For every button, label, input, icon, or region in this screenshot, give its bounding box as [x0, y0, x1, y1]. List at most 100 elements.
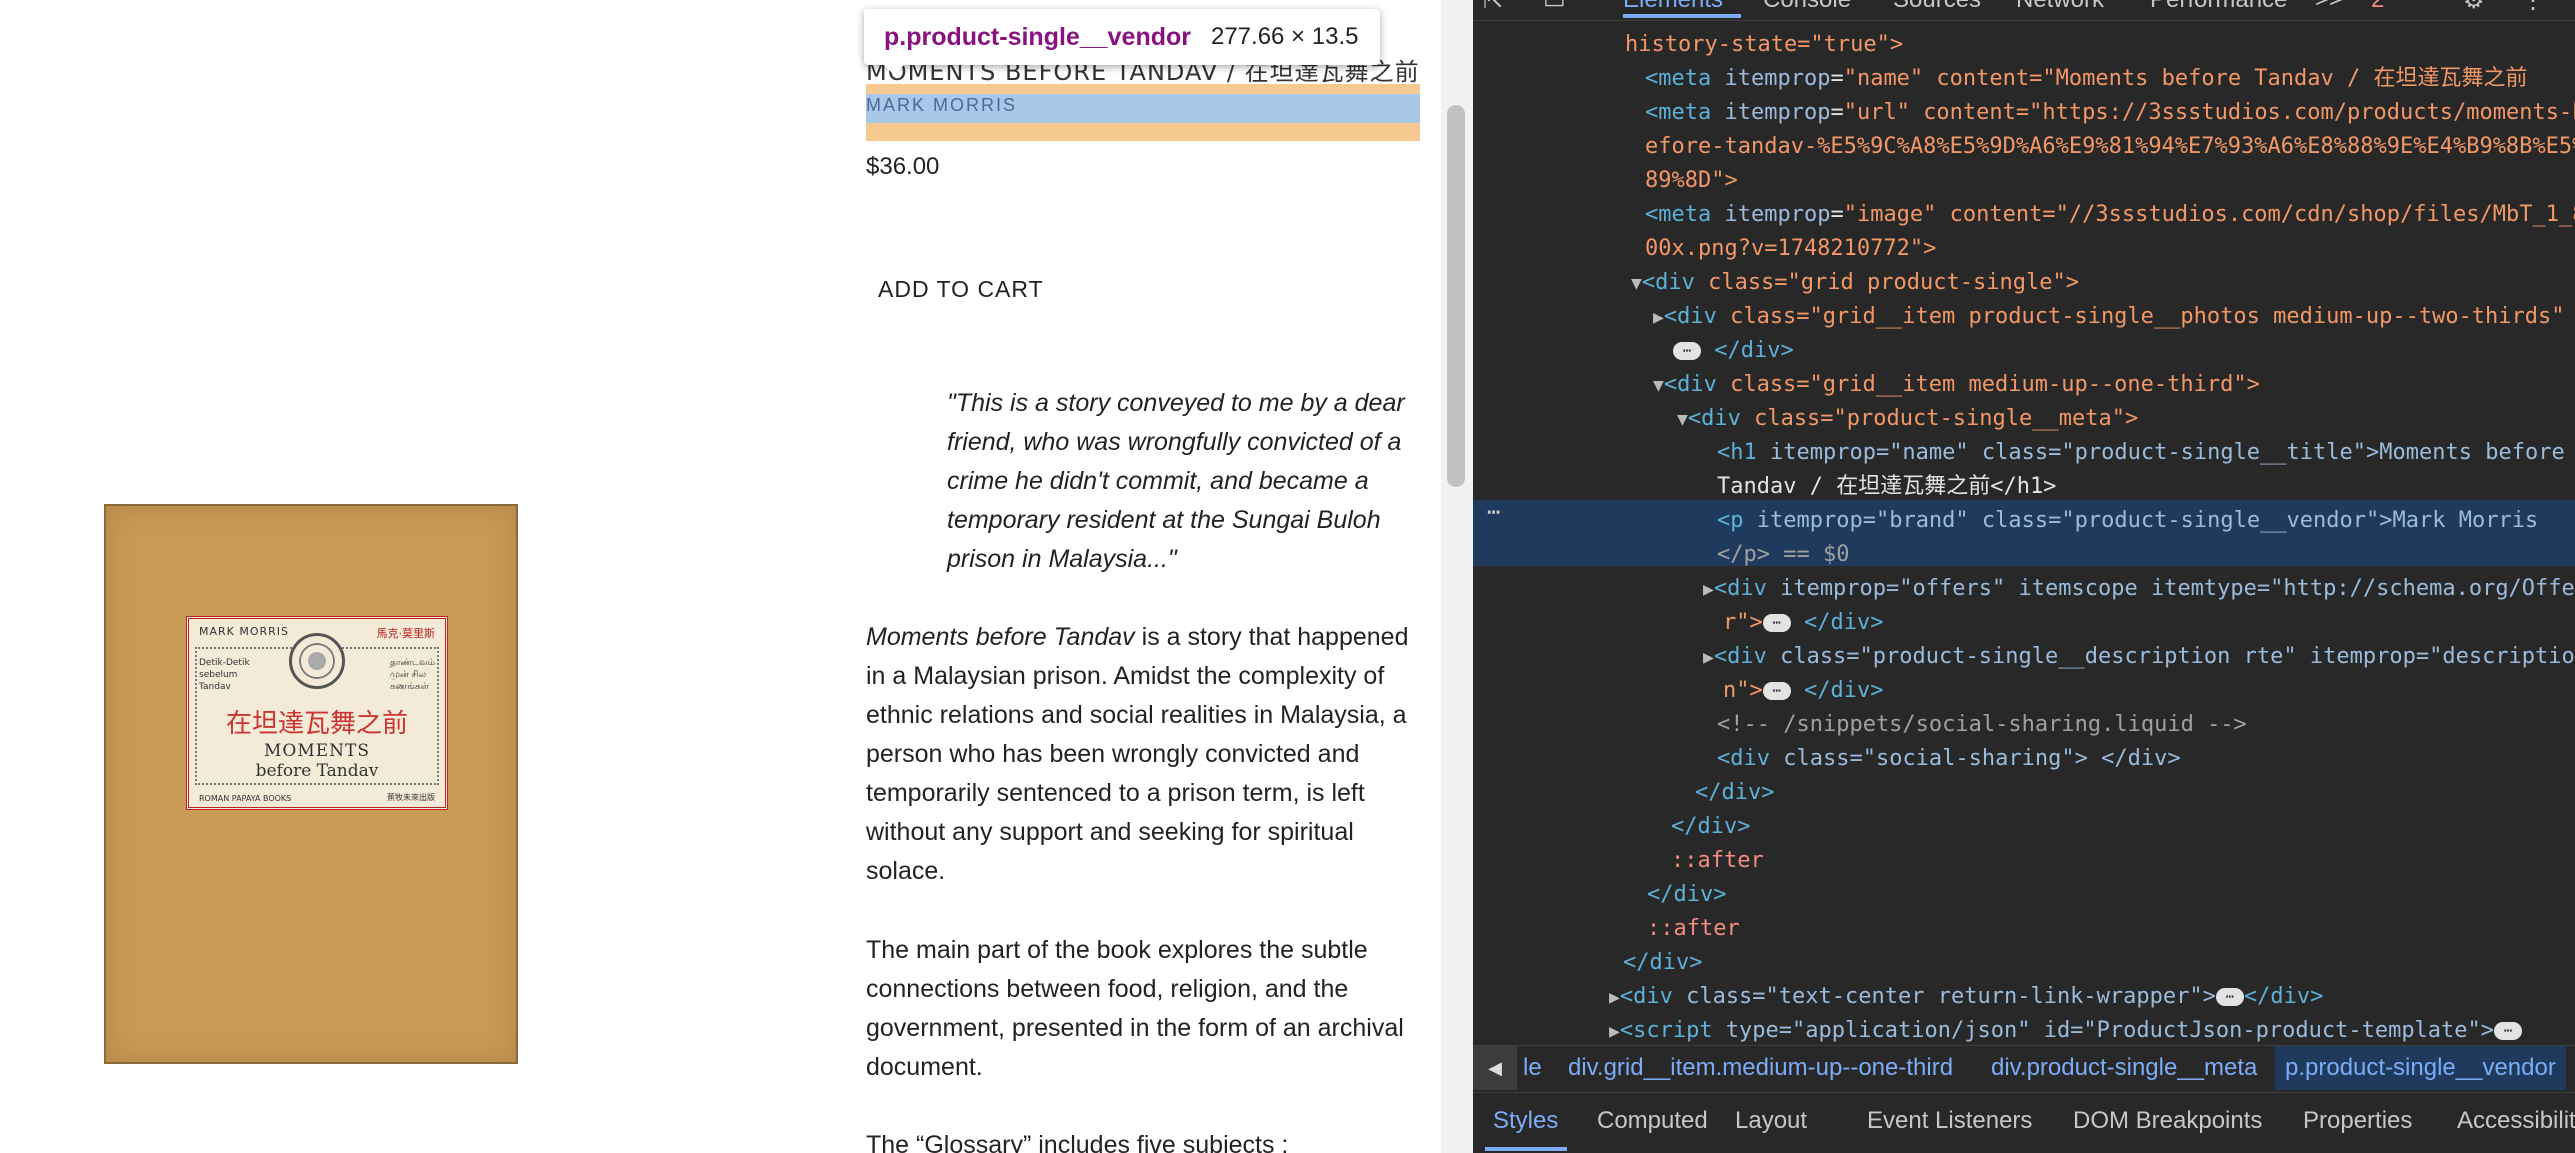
- styles-subtabs: Styles Computed Layout Event Listeners D…: [1473, 1092, 2575, 1153]
- desc-book-title: Moments before Tandav: [866, 623, 1135, 651]
- dom-line: 00x.png?v=1748210772">: [1645, 236, 1937, 261]
- subtab-computed[interactable]: Computed: [1597, 1107, 1708, 1135]
- dom-line[interactable]: <div class="social-sharing"> </div>: [1717, 742, 2181, 776]
- dom-line: Tandav / 在坦達瓦舞之前</h1>: [1717, 474, 2057, 499]
- dom-line: n"> ⋯ </div>: [1723, 678, 1884, 703]
- more-options-icon[interactable]: ⋮: [2521, 0, 2545, 15]
- tooltip-selector: p.product-single__vendor: [884, 22, 1191, 51]
- dom-line[interactable]: ▶<div itemprop="offers" itemscope itemty…: [1703, 572, 2575, 607]
- description-paragraph-3: The “Glossary” includes five subjects :: [866, 1131, 1289, 1153]
- breadcrumb: ◀ le div.grid__item.medium-up--one-third…: [1473, 1045, 2575, 1090]
- breadcrumb-item[interactable]: div.product-single__meta: [1991, 1054, 2257, 1082]
- dom-line[interactable]: ▶<div class="grid__item product-single__…: [1653, 300, 2565, 335]
- devtools-tabbar: ⇱ ▭ Elements Console Sources Network Per…: [1473, 0, 2575, 21]
- subtab-event-listeners[interactable]: Event Listeners: [1867, 1107, 2032, 1135]
- settings-gear-icon[interactable]: ⚙: [2463, 0, 2485, 15]
- subtab-styles[interactable]: Styles: [1493, 1107, 1558, 1135]
- devtools-panel: ⇱ ▭ Elements Console Sources Network Per…: [1473, 0, 2575, 1153]
- collapse-triangle-icon: ▶: [1703, 647, 1714, 668]
- subtab-accessibility[interactable]: Accessibility: [2457, 1107, 2575, 1135]
- cover-cjk-title: 在坦達瓦舞之前: [225, 709, 408, 739]
- dom-line[interactable]: </div>: [1623, 946, 1702, 980]
- dom-line[interactable]: ▼<div class="grid__item medium-up--one-t…: [1653, 368, 2260, 403]
- row-more-icon[interactable]: ⋯: [1487, 500, 1500, 525]
- dom-line[interactable]: ⋯ </div>: [1673, 334, 1794, 368]
- dom-line[interactable]: <meta itemprop="image" content="//3ssstu…: [1645, 198, 2575, 232]
- product-page: MARK MORRIS 馬克·莫里斯 Detik-Detik sebelum T…: [0, 0, 1441, 1153]
- device-toolbar-icon[interactable]: ▭: [1543, 0, 1566, 15]
- dom-line[interactable]: history-state="true">: [1625, 28, 1903, 62]
- dom-line[interactable]: </div>: [1695, 776, 1774, 810]
- dom-line[interactable]: ▼<div class="grid product-single">: [1631, 266, 2079, 301]
- cover-title-line1: MOMENTS: [263, 741, 371, 761]
- dom-line-selected[interactable]: <p itemprop="brand" class="product-singl…: [1717, 504, 2538, 538]
- expand-triangle-icon: ▼: [1653, 375, 1664, 396]
- breadcrumb-item-active[interactable]: p.product-single__vendor: [2275, 1046, 2566, 1090]
- dom-line[interactable]: ▶<script type="application/json" id="Pro…: [1609, 1014, 2523, 1049]
- tab-performance[interactable]: Performance: [2150, 0, 2287, 14]
- inspect-tooltip: p.product-single__vendor 277.66 × 13.5: [864, 9, 1380, 65]
- expand-triangle-icon: ▼: [1677, 409, 1688, 430]
- dom-comment[interactable]: <!-- /snippets/social-sharing.liquid -->: [1717, 708, 2247, 742]
- dom-line[interactable]: ▼<div class="product-single__meta">: [1677, 402, 2138, 437]
- tab-sources[interactable]: Sources: [1893, 0, 1981, 14]
- active-subtab-underline: [1485, 1147, 1567, 1151]
- add-to-cart-button[interactable]: ADD TO CART: [866, 268, 1056, 311]
- tooltip-arrow: [882, 63, 906, 75]
- ellipsis-icon: ⋯: [2215, 988, 2244, 1006]
- cover-publisher: ROMAN PAPAYA BOOKS: [199, 794, 292, 803]
- dom-pseudo[interactable]: ::after: [1647, 912, 1740, 946]
- error-count-badge[interactable]: 2: [2371, 0, 2384, 14]
- subtab-dom-breakpoints[interactable]: DOM Breakpoints: [2073, 1107, 2262, 1135]
- cover-publisher-cjk: 蕉牧未來出版: [387, 793, 435, 802]
- tab-network[interactable]: Network: [2016, 0, 2104, 14]
- dom-line[interactable]: ▶<div class="text-center return-link-wra…: [1609, 980, 2323, 1015]
- breadcrumb-item[interactable]: le: [1523, 1054, 1542, 1082]
- breadcrumb-item[interactable]: div.grid__item.medium-up--one-third: [1568, 1054, 1953, 1082]
- collapse-triangle-icon: ▶: [1609, 987, 1620, 1008]
- dom-pseudo[interactable]: ::after: [1671, 844, 1764, 878]
- cover-tamil-title: தாண்டவம் முன் சில கணங்கள்: [389, 658, 435, 692]
- book-cover-label: MARK MORRIS 馬克·莫里斯 Detik-Detik sebelum T…: [186, 616, 448, 810]
- ellipsis-icon: ⋯: [2494, 1022, 2523, 1040]
- ellipsis-icon: ⋯: [1762, 682, 1791, 700]
- collapse-triangle-icon: ▶: [1703, 579, 1714, 600]
- collapse-triangle-icon: ▶: [1653, 307, 1664, 328]
- description-paragraph-2: The main part of the book explores the s…: [866, 936, 1404, 1081]
- cover-title-line2: before Tandav: [255, 761, 379, 781]
- chevron-left-icon[interactable]: ◀: [1473, 1046, 1517, 1090]
- collapse-triangle-icon: ▶: [1609, 1021, 1620, 1042]
- ellipsis-icon: ⋯: [1762, 614, 1791, 632]
- dom-line[interactable]: <h1 itemprop="name" class="product-singl…: [1717, 436, 2565, 470]
- dom-line[interactable]: </div>: [1671, 810, 1750, 844]
- active-tab-underline: [1623, 14, 1741, 18]
- dom-line-selected: </p> == $0: [1717, 542, 1850, 567]
- more-tabs-icon[interactable]: >>: [2315, 0, 2343, 14]
- dom-line: 89%8D">: [1645, 168, 1738, 193]
- cover-cjk-author: 馬克·莫里斯: [376, 627, 436, 640]
- product-vendor: MARK MORRIS: [866, 95, 1018, 115]
- dom-line[interactable]: </div>: [1647, 878, 1726, 912]
- dom-line: r"> ⋯ </div>: [1723, 610, 1884, 635]
- product-image[interactable]: MARK MORRIS 馬克·莫里斯 Detik-Detik sebelum T…: [104, 504, 518, 1064]
- subtab-properties[interactable]: Properties: [2303, 1107, 2412, 1135]
- inspect-icon[interactable]: ⇱: [1483, 0, 1503, 15]
- dom-line: efore-tandav-%E5%9C%A8%E5%9D%A6%E9%81%94…: [1645, 134, 2575, 159]
- dom-line[interactable]: ▶<div class="product-single__description…: [1703, 640, 2575, 675]
- description-paragraph-1: Moments before Tandav is a story that ha…: [866, 618, 1419, 891]
- tab-console[interactable]: Console: [1763, 0, 1851, 14]
- dom-line[interactable]: <meta itemprop="url" content="https://3s…: [1645, 96, 2575, 130]
- emblem-icon: [289, 633, 345, 689]
- subtab-layout[interactable]: Layout: [1735, 1107, 1807, 1135]
- product-quote: "This is a story conveyed to me by a dea…: [947, 389, 1405, 573]
- ellipsis-icon: ⋯: [1673, 342, 1701, 360]
- desc-text: is a story that happened in a Malaysian …: [866, 623, 1409, 885]
- tab-elements[interactable]: Elements: [1623, 0, 1723, 14]
- dom-line[interactable]: <meta itemprop="name" content="Moments b…: [1645, 62, 2528, 96]
- expand-triangle-icon: ▼: [1631, 273, 1642, 294]
- cover-malay-title: Detik-Detik sebelum Tandav: [199, 658, 250, 692]
- tooltip-dimensions: 277.66 × 13.5: [1210, 23, 1359, 50]
- product-price: $36.00: [866, 153, 940, 180]
- page-scrollbar-thumb[interactable]: [1447, 105, 1465, 487]
- cover-author: MARK MORRIS: [199, 625, 290, 638]
